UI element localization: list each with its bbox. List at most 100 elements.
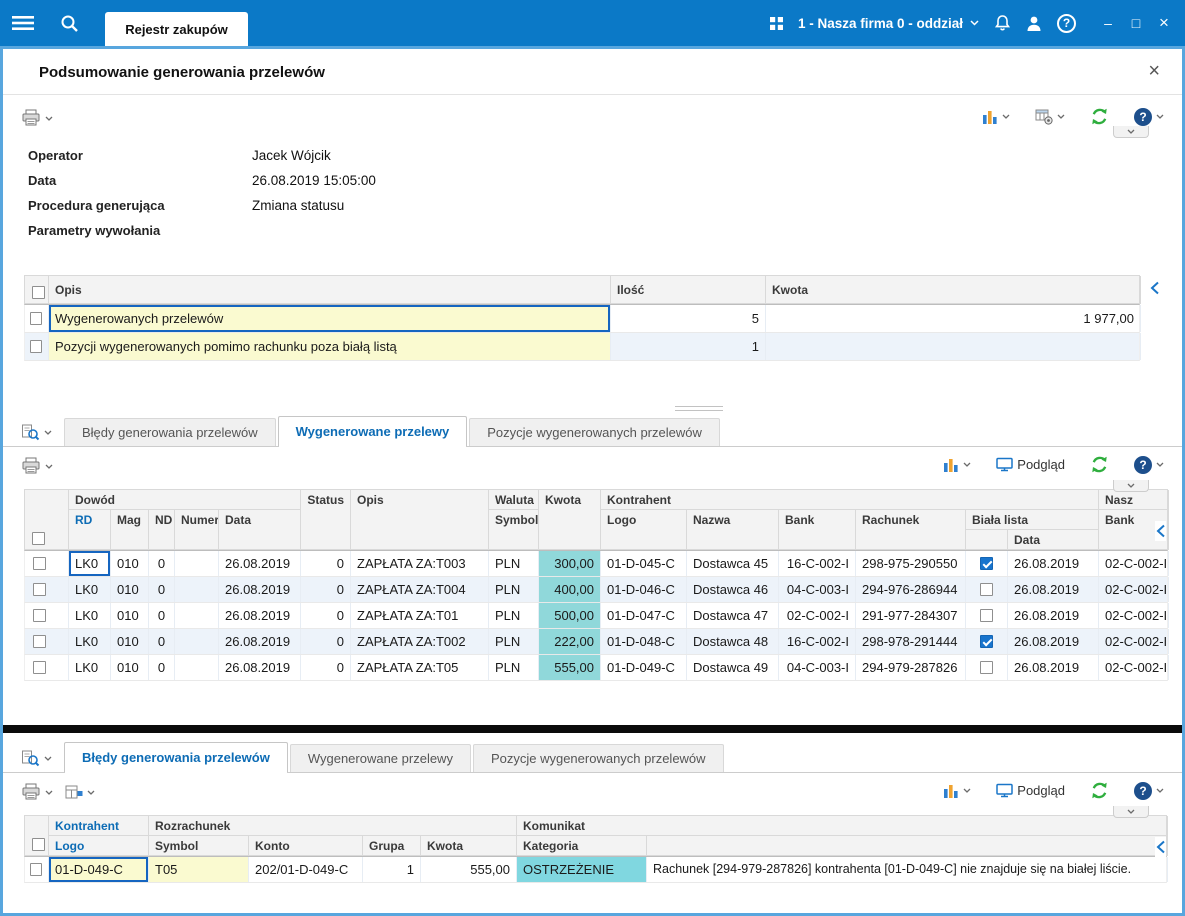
group-header-dowod[interactable]: Dowód (69, 490, 301, 510)
column-header-rachunek[interactable]: Rachunek (856, 510, 966, 550)
cell-opis[interactable]: ZAPŁATA ZA:T05 (351, 655, 489, 680)
cell-waluta[interactable]: PLN (489, 577, 539, 602)
column-header-logo[interactable]: Logo (601, 510, 687, 550)
cell-nd[interactable]: 0 (149, 603, 175, 628)
collapse-panel-chevron[interactable] (1149, 280, 1160, 296)
cell-kwota[interactable]: 400,00 (539, 577, 601, 602)
cell-opis[interactable]: ZAPŁATA ZA:T004 (351, 577, 489, 602)
cell-kwota[interactable]: 300,00 (539, 551, 601, 576)
whitelist-checkbox[interactable] (980, 609, 993, 622)
cell-mag[interactable]: 010 (111, 551, 149, 576)
group-header-biala-lista[interactable]: Biała lista (966, 510, 1099, 530)
print-preview-button[interactable] (21, 424, 52, 441)
cell-kwota[interactable]: 500,00 (539, 603, 601, 628)
chevron-down-icon[interactable] (963, 788, 971, 793)
tab-pozycje-wygenerowanych[interactable]: Pozycje wygenerowanych przelewów (473, 744, 724, 772)
cell-biala-lista[interactable] (966, 655, 1008, 680)
chevron-down-icon[interactable] (1156, 114, 1164, 119)
cell-numer[interactable] (175, 551, 219, 576)
cell-rd[interactable]: LK0 (69, 655, 111, 680)
preview-button[interactable]: Podgląd (996, 457, 1065, 472)
preview-button[interactable]: Podgląd (996, 783, 1065, 798)
cell-bank[interactable]: 16-C-002-I (779, 551, 856, 576)
splitter-handle[interactable] (675, 406, 723, 411)
tab-bledy-generowania[interactable]: Błędy generowania przelewów (64, 742, 288, 772)
apps-grid-icon[interactable] (770, 17, 783, 30)
cell-biala-lista[interactable] (966, 577, 1008, 602)
row-checkbox[interactable] (25, 577, 69, 602)
maximize-button[interactable]: □ (1123, 7, 1149, 39)
tab-pozycje-wygenerowanych[interactable]: Pozycje wygenerowanych przelewów (469, 418, 720, 446)
cell-mag[interactable]: 010 (111, 629, 149, 654)
cell-data[interactable]: 26.08.2019 (219, 655, 301, 680)
print-button[interactable] (21, 457, 53, 475)
column-header-rd[interactable]: RD (69, 510, 111, 550)
refresh-button[interactable] (1090, 455, 1109, 474)
column-header-status[interactable]: Status (301, 490, 351, 550)
cell-bank[interactable]: 16-C-002-I (779, 629, 856, 654)
column-header-kwota[interactable]: Kwota (421, 836, 517, 856)
checkbox[interactable] (30, 340, 42, 353)
help-button[interactable]: ? (1134, 782, 1164, 800)
cell-waluta[interactable]: PLN (489, 655, 539, 680)
cell-komunikat[interactable]: Rachunek [294-979-287826] kontrahenta [0… (647, 857, 1168, 882)
cell-numer[interactable] (175, 603, 219, 628)
column-header-bank[interactable]: Bank (779, 510, 856, 550)
cell-nazwa[interactable]: Dostawca 46 (687, 577, 779, 602)
table-row[interactable]: Wygenerowanych przelewów 5 1 977,00 (24, 305, 1140, 333)
cell-biala-data[interactable]: 26.08.2019 (1008, 629, 1099, 654)
dialog-close-button[interactable]: × (1148, 60, 1160, 82)
cell-kategoria[interactable]: OSTRZEŻENIE (517, 857, 647, 882)
print-button[interactable] (21, 783, 53, 801)
cell-kwota[interactable] (766, 333, 1141, 360)
row-checkbox[interactable] (25, 333, 49, 360)
column-header-waluta[interactable]: Waluta (489, 490, 539, 510)
cell-status[interactable]: 0 (301, 551, 351, 576)
cell-nasz-bank[interactable]: 02-C-002-I (1099, 603, 1169, 628)
checkbox[interactable] (33, 557, 46, 570)
cell-numer[interactable] (175, 577, 219, 602)
cell-mag[interactable]: 010 (111, 603, 149, 628)
analysis-button[interactable] (982, 109, 1010, 125)
column-header-mag[interactable]: Mag (111, 510, 149, 550)
cell-logo[interactable]: 01-D-049-C (49, 857, 149, 882)
hamburger-menu-icon[interactable] (12, 15, 34, 31)
cell-opis[interactable]: Pozycji wygenerowanych pomimo rachunku p… (49, 333, 611, 360)
cell-nd[interactable]: 0 (149, 655, 175, 680)
print-preview-button[interactable] (21, 750, 52, 767)
cell-ilosc[interactable]: 1 (611, 333, 766, 360)
column-header-grupa[interactable]: Grupa (363, 836, 421, 856)
cell-bank[interactable]: 04-C-003-I (779, 577, 856, 602)
row-checkbox[interactable] (25, 305, 49, 332)
column-header-logo[interactable]: Logo (49, 836, 149, 856)
refresh-button[interactable] (1090, 107, 1109, 126)
column-header-nd[interactable]: ND (149, 510, 175, 550)
checkbox[interactable] (33, 609, 46, 622)
cell-nasz-bank[interactable]: 02-C-002-I (1099, 629, 1169, 654)
tab-wygenerowane-przelewy[interactable]: Wygenerowane przelewy (278, 416, 468, 446)
row-checkbox[interactable] (25, 629, 69, 654)
column-header-konto[interactable]: Konto (249, 836, 363, 856)
cell-logo[interactable]: 01-D-046-C (601, 577, 687, 602)
checkbox[interactable] (32, 286, 45, 299)
cell-waluta[interactable]: PLN (489, 629, 539, 654)
checkbox[interactable] (33, 635, 46, 648)
cell-opis[interactable]: ZAPŁATA ZA:T003 (351, 551, 489, 576)
tab-bledy-generowania[interactable]: Błędy generowania przelewów (64, 418, 276, 446)
refresh-button[interactable] (1090, 781, 1109, 800)
cell-mag[interactable]: 010 (111, 655, 149, 680)
cell-logo[interactable]: 01-D-047-C (601, 603, 687, 628)
select-all-checkbox[interactable] (25, 816, 49, 856)
cell-mag[interactable]: 010 (111, 577, 149, 602)
cell-nd[interactable]: 0 (149, 551, 175, 576)
table-row[interactable]: LK0 010 0 26.08.2019 0 ZAPŁATA ZA:T004 P… (24, 577, 1168, 603)
column-header-symbol[interactable]: Symbol (489, 510, 539, 550)
column-header-opis[interactable]: Opis (351, 490, 489, 550)
column-header-biala-data[interactable]: Data (1008, 530, 1099, 550)
column-header-kwota[interactable]: Kwota (766, 276, 1141, 304)
checkbox[interactable] (33, 583, 46, 596)
toolbar-collapse[interactable] (1113, 126, 1149, 138)
row-checkbox[interactable] (25, 603, 69, 628)
print-button[interactable] (21, 109, 53, 127)
chevron-down-icon[interactable] (1156, 462, 1164, 467)
